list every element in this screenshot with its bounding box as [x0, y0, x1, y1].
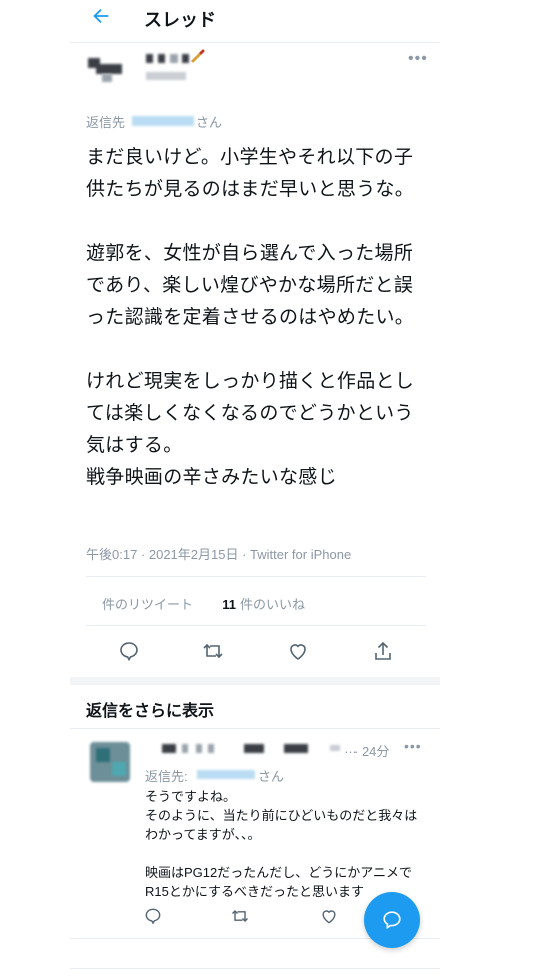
reply-icon[interactable] [117, 639, 141, 663]
reply-text: そうですよね。 そのように、当たり前にひどいものだと我々はわかってますが、、。 … [145, 789, 418, 899]
reply-time[interactable]: · 24分 [354, 741, 389, 760]
bottom-divider [70, 968, 440, 969]
reply-to-handle[interactable] [132, 116, 194, 126]
section-gap [70, 677, 440, 685]
likes-label[interactable]: 件のいいね [240, 597, 305, 612]
section-divider [70, 728, 440, 729]
author-handle[interactable] [144, 70, 194, 82]
reply-avatar[interactable] [86, 738, 136, 786]
stats-divider [86, 625, 426, 626]
reply-author-handle[interactable] [330, 741, 342, 753]
like-icon[interactable] [286, 639, 310, 663]
likes-count[interactable]: 11 [222, 597, 236, 612]
arrow-left-icon[interactable] [90, 5, 112, 27]
header-divider [70, 42, 440, 43]
pencil-icon [190, 48, 206, 64]
tweet-timestamp[interactable]: 午後0:17 · 2021年2月15日 · Twitter for iPhone [86, 544, 351, 563]
reply-like-icon[interactable] [319, 906, 339, 926]
compose-reply-button[interactable] [364, 892, 420, 948]
tweet-text: まだ良いけど。小学生やそれ以下の子供たちが見るのはまだ早いと思うな。 遊郭を、女… [86, 147, 415, 488]
thread-header: スレッド [70, 0, 440, 42]
reply-reply-icon[interactable] [143, 906, 163, 926]
reply-retweet-icon[interactable] [230, 906, 250, 926]
retweet-icon[interactable] [201, 639, 225, 663]
reply-more-icon[interactable]: ••• [404, 738, 422, 754]
reply-to-handle-2[interactable] [197, 770, 255, 779]
reply-to-prefix-2: 返信先: [145, 769, 188, 784]
author-avatar[interactable] [86, 48, 134, 84]
page-title: スレッド [144, 10, 216, 30]
chat-bubble-icon [381, 909, 403, 931]
reply-to-suffix: さん [196, 115, 223, 130]
more-replies-title: 返信をさらに表示 [86, 703, 215, 720]
tweet-stats: 件のリツイート 11 件のいいね [102, 594, 305, 613]
reply-author-name[interactable] [160, 742, 320, 756]
retweets-label[interactable]: 件のリツイート [102, 597, 193, 612]
reply-to-prefix: 返信先 [86, 115, 126, 130]
more-icon[interactable]: ••• [408, 50, 428, 68]
meta-divider [86, 576, 426, 577]
share-icon[interactable] [371, 639, 395, 663]
reply-to-suffix-2: さん [258, 769, 285, 784]
